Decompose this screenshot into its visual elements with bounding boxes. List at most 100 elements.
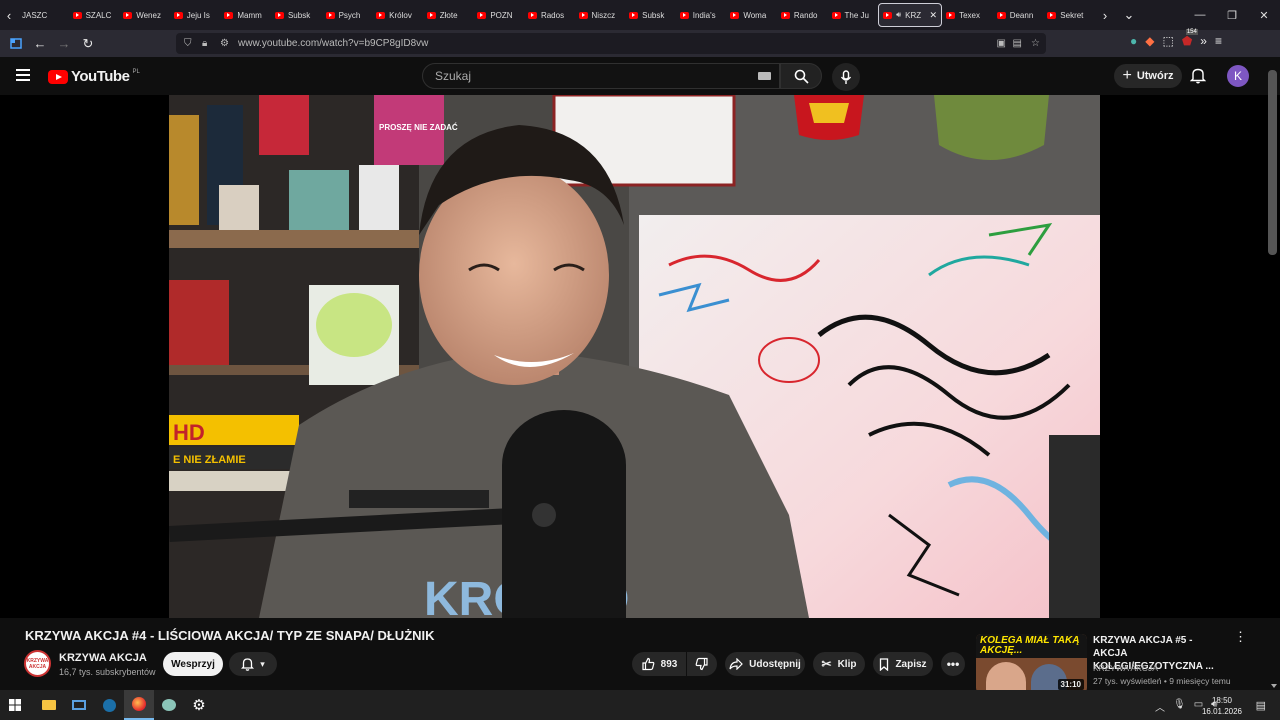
browser-tab[interactable]: SZALC [69, 3, 120, 27]
voice-search-button[interactable] [832, 63, 860, 91]
account-avatar[interactable]: K [1227, 65, 1249, 87]
create-button[interactable]: + Utwórz [1114, 64, 1182, 88]
browser-tab[interactable]: Niszcz [575, 3, 626, 27]
more-actions-button[interactable]: ••• [941, 652, 965, 676]
browser-tab[interactable]: JASZC [18, 3, 69, 27]
browser-tab[interactable]: Królov [372, 3, 423, 27]
search-input[interactable]: Szukaj [422, 63, 780, 89]
forward-icon[interactable]: → [52, 34, 76, 54]
browser-tab[interactable]: Psych [322, 3, 373, 27]
clock-date: 16.01.2026 [1201, 707, 1242, 716]
browser-tab[interactable]: Mamm [220, 3, 271, 27]
search-button[interactable] [780, 63, 822, 89]
tab-label: SZALC [85, 10, 112, 20]
settings-gear-icon[interactable]: ⚙ [184, 690, 214, 720]
notifications-icon[interactable]: ▤ [1256, 699, 1266, 712]
browser-tab[interactable]: Złote [423, 3, 474, 27]
video-player[interactable]: PROSZĘ NIE ZADAĆ HD E NIE ZŁAMIE [0, 95, 1280, 618]
tab-list-chevron-icon[interactable]: ⌄ [1114, 5, 1144, 25]
browser-tab[interactable]: POZN [473, 3, 524, 27]
firefox-icon[interactable] [124, 690, 154, 720]
thumbs-up-icon [642, 657, 655, 671]
tab-label: Wenez [136, 10, 161, 20]
share-icon [729, 658, 744, 670]
extensions-icon[interactable]: ⬚ [1162, 34, 1173, 48]
youtube-favicon-icon [730, 11, 740, 19]
page-scrollbar[interactable] [1268, 70, 1277, 255]
ellipsis-icon: ••• [946, 657, 960, 671]
extension-fox-icon[interactable]: ◆ [1145, 34, 1154, 48]
browser-tab[interactable]: The Ju [828, 3, 879, 27]
system-clock[interactable]: 18:50 16.01.2026 [1202, 695, 1242, 717]
windows-start-icon[interactable] [0, 690, 30, 720]
browser-tab[interactable]: Wenez [119, 3, 170, 27]
hamburger-menu-icon[interactable] [16, 69, 30, 81]
recommendation-thumbnail[interactable]: KOLEGA MIAŁ TAKĄ AKCJĘ... 31:10 [976, 634, 1087, 693]
dislike-button[interactable] [687, 652, 717, 676]
chevron-down-icon: ▾ [260, 658, 265, 669]
support-button[interactable]: Wesprzyj [163, 652, 223, 676]
tab-scroll-right-icon[interactable]: › [1096, 5, 1114, 25]
minimize-icon[interactable]: — [1184, 9, 1216, 21]
page-scroll-indicator [1271, 684, 1277, 688]
sidebar-toggle-icon[interactable] [4, 34, 28, 54]
restore-icon[interactable]: ❐ [1216, 9, 1248, 22]
extension-vpn-icon[interactable]: ● [1130, 34, 1137, 48]
youtube-favicon-icon [274, 11, 284, 19]
notifications-bell-icon[interactable] [1189, 67, 1207, 89]
tab-scroll-left-icon[interactable]: ‹ [0, 5, 18, 25]
reload-icon[interactable]: ↻ [76, 34, 100, 54]
youtube-wordmark: YouTube [71, 68, 130, 85]
monitor-app-icon[interactable] [64, 690, 94, 720]
recommendation-channel[interactable]: KRZYWA AKCJA [1093, 662, 1231, 675]
browser-tab[interactable]: Woma [726, 3, 777, 27]
youtube-logo[interactable]: YouTube PL [48, 68, 140, 85]
tab-label: India's [692, 10, 716, 20]
back-icon[interactable]: ← [28, 34, 52, 54]
save-button[interactable]: Zapisz [873, 652, 933, 676]
tab-label: Mamm [237, 10, 262, 20]
channel-name[interactable]: KRZYWA AKCJA [59, 652, 147, 664]
browser-tab[interactable]: Jeju Is [170, 3, 221, 27]
channel-avatar[interactable]: KRZYWA AKCJA [24, 650, 51, 677]
thumbnail-text: KOLEGA MIAŁ TAKĄ AKCJĘ... [980, 635, 1080, 656]
clip-label: Klip [837, 658, 857, 670]
keyboard-icon[interactable] [758, 72, 771, 80]
picture-in-picture-icon[interactable]: ▣ [997, 38, 1006, 49]
app-menu-icon[interactable]: ≡ [1215, 34, 1222, 48]
browser-tab[interactable]: Sekret [1043, 3, 1094, 27]
overflow-chevrons-icon[interactable]: » [1200, 34, 1207, 48]
browser-tab[interactable]: Deann [993, 3, 1044, 27]
file-explorer-icon[interactable] [34, 690, 64, 720]
browser-tab[interactable]: Texex [942, 3, 993, 27]
close-window-icon[interactable]: ✕ [1248, 9, 1280, 22]
browser-tab[interactable]: Subsk [271, 3, 322, 27]
share-button[interactable]: Udostępnij [725, 652, 805, 676]
youtube-favicon-icon [325, 11, 335, 19]
permissions-icon: ⚙ [220, 38, 229, 49]
recommendation-menu-icon[interactable]: ⋮ [1234, 630, 1247, 643]
video-frame[interactable]: PROSZĘ NIE ZADAĆ HD E NIE ZŁAMIE [169, 95, 1100, 618]
app-bird-icon[interactable] [154, 690, 184, 720]
youtube-favicon-icon [376, 11, 386, 19]
ublock-icon[interactable]: ⬟ 154 [1182, 29, 1198, 48]
tab-close-icon[interactable]: ✕ [930, 10, 938, 21]
microphone-tray-icon[interactable]: 🎙︎ [1173, 699, 1186, 714]
subscription-bell-button[interactable]: ▾ [229, 652, 277, 676]
clip-button[interactable]: ✂ Klip [813, 652, 865, 676]
browser-tab[interactable]: Rados [524, 3, 575, 27]
reader-view-icon[interactable]: ▤ [1013, 38, 1022, 49]
browser-tab[interactable]: India's [676, 3, 727, 27]
youtube-favicon-icon [996, 11, 1006, 19]
like-button[interactable]: 893 [632, 652, 686, 676]
bookmark-star-icon[interactable]: ☆ [1031, 38, 1040, 49]
browser-tab-active[interactable]: 🔊︎ KRZ ✕ [878, 3, 943, 27]
steam-icon[interactable] [94, 690, 124, 720]
browser-tab[interactable]: Rando [777, 3, 828, 27]
browser-tab[interactable]: Subsk [625, 3, 676, 27]
tab-label: Jeju Is [186, 10, 210, 20]
tray-chevron-up-icon[interactable]: ︿ [1155, 699, 1165, 714]
address-bar[interactable]: ⛉ 🔒︎ ⚙ www.youtube.com/watch?v=b9CP8gID8… [176, 33, 1046, 54]
tab-audio-icon[interactable]: 🔊︎ [896, 10, 901, 20]
scissors-icon: ✂ [821, 657, 832, 671]
